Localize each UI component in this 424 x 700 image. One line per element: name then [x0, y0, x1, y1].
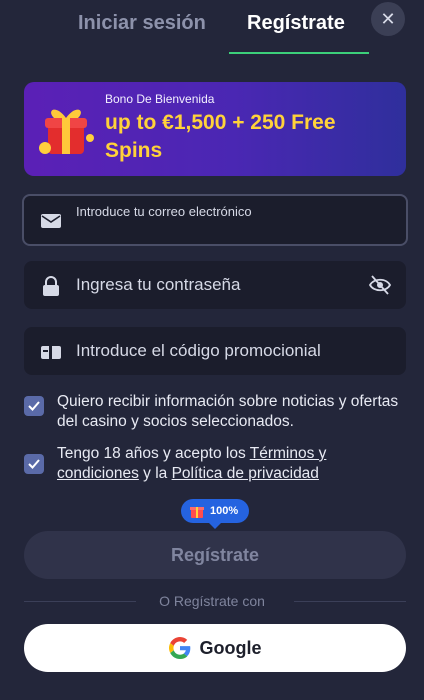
password-placeholder: Ingresa tu contraseña — [76, 275, 241, 294]
age-prefix-text: Tengo 18 años y acepto los — [57, 445, 250, 462]
email-field[interactable]: Introduce tu correo electrónico — [22, 194, 408, 246]
lock-icon — [43, 276, 59, 296]
news-consent-label: Quiero recibir información sobre noticia… — [57, 393, 399, 430]
divider-right — [294, 601, 406, 602]
active-tab-indicator — [229, 52, 369, 54]
close-button[interactable]: ✕ — [371, 2, 405, 36]
ticket-icon — [41, 346, 61, 359]
age-consent-row: Tengo 18 años y acepto los Términos y co… — [24, 444, 404, 486]
age-middle-text: y la — [138, 465, 172, 482]
tab-login[interactable]: Iniciar sesión — [78, 12, 206, 35]
bonus-badge: 100% — [181, 499, 249, 529]
password-field[interactable]: Ingresa tu contraseña — [24, 261, 406, 309]
check-icon — [28, 401, 40, 411]
close-icon: ✕ — [380, 8, 396, 29]
promo-placeholder: Introduce el código promocionial — [76, 341, 321, 360]
promo-code-field[interactable]: Introduce el código promocionial — [24, 327, 406, 375]
gift-icon — [39, 109, 94, 154]
envelope-icon — [41, 214, 61, 228]
google-label: Google — [199, 637, 262, 658]
google-icon — [168, 637, 190, 659]
banner-subtitle: Bono De Bienvenida — [105, 92, 215, 106]
news-consent-row: Quiero recibir información sobre noticia… — [24, 392, 404, 434]
badge-text: 100% — [210, 505, 239, 517]
eye-off-icon[interactable] — [368, 274, 392, 296]
gift-icon — [190, 507, 204, 518]
age-consent-label: Tengo 18 años y acepto los Términos y co… — [57, 444, 407, 484]
register-submit-button[interactable]: Regístrate — [24, 531, 406, 579]
google-signin-button[interactable]: Google — [24, 624, 406, 672]
age-checkbox[interactable] — [24, 454, 44, 474]
check-icon — [28, 459, 40, 469]
banner-title: up to €1,500 + 250 Free Spins — [105, 111, 336, 162]
news-checkbox[interactable] — [24, 396, 44, 416]
auth-tabs: Iniciar sesión Regístrate ✕ — [0, 0, 424, 56]
privacy-link[interactable]: Política de privacidad — [172, 465, 319, 482]
tab-register[interactable]: Regístrate — [247, 12, 345, 35]
email-placeholder: Introduce tu correo electrónico — [76, 204, 252, 219]
welcome-bonus-banner: Bono De Bienvenida up to €1,500 + 250 Fr… — [24, 82, 406, 176]
